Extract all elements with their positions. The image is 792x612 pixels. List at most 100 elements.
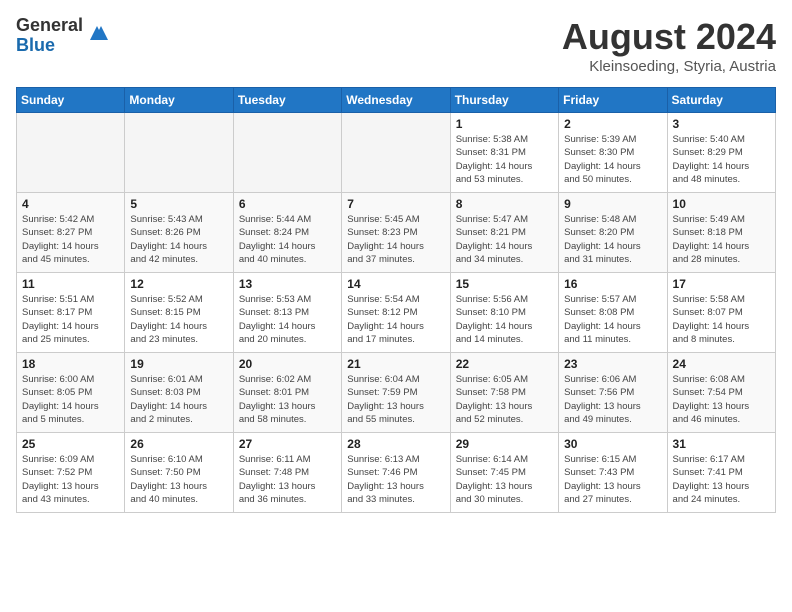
calendar-cell: 4 Sunrise: 5:42 AM Sunset: 8:27 PM Daylig… bbox=[17, 193, 125, 273]
calendar-week-5: 25Sunrise: 6:09 AM Sunset: 7:52 PM Dayli… bbox=[17, 433, 776, 513]
day-number: 5 bbox=[130, 197, 227, 211]
day-number: 9 bbox=[564, 197, 661, 211]
day-info: Sunrise: 5:49 AM Sunset: 8:18 PM Dayligh… bbox=[673, 213, 770, 266]
day-number: 28 bbox=[347, 437, 444, 451]
day-header-thursday: Thursday bbox=[450, 88, 558, 113]
day-info: Sunrise: 6:00 AM Sunset: 8:05 PM Dayligh… bbox=[22, 373, 119, 426]
calendar-cell: 3 Sunrise: 5:40 AM Sunset: 8:29 PM Daylig… bbox=[667, 113, 775, 193]
day-number: 4 bbox=[22, 197, 119, 211]
day-info: Sunrise: 5:45 AM Sunset: 8:23 PM Dayligh… bbox=[347, 213, 444, 266]
day-info: Sunrise: 5:58 AM Sunset: 8:07 PM Dayligh… bbox=[673, 293, 770, 346]
day-info: Sunrise: 6:08 AM Sunset: 7:54 PM Dayligh… bbox=[673, 373, 770, 426]
day-number: 10 bbox=[673, 197, 770, 211]
day-number: 2 bbox=[564, 117, 661, 131]
calendar-cell bbox=[17, 113, 125, 193]
logo-icon bbox=[86, 22, 108, 44]
day-number: 25 bbox=[22, 437, 119, 451]
day-number: 13 bbox=[239, 277, 336, 291]
day-info: Sunrise: 5:43 AM Sunset: 8:26 PM Dayligh… bbox=[130, 213, 227, 266]
day-info: Sunrise: 5:38 AM Sunset: 8:31 PM Dayligh… bbox=[456, 133, 553, 186]
calendar-cell: 25Sunrise: 6:09 AM Sunset: 7:52 PM Dayli… bbox=[17, 433, 125, 513]
calendar-cell: 6 Sunrise: 5:44 AM Sunset: 8:24 PM Daylig… bbox=[233, 193, 341, 273]
day-number: 30 bbox=[564, 437, 661, 451]
calendar-cell: 17Sunrise: 5:58 AM Sunset: 8:07 PM Dayli… bbox=[667, 273, 775, 353]
day-header-sunday: Sunday bbox=[17, 88, 125, 113]
calendar-cell: 7 Sunrise: 5:45 AM Sunset: 8:23 PM Daylig… bbox=[342, 193, 450, 273]
day-header-friday: Friday bbox=[559, 88, 667, 113]
day-number: 20 bbox=[239, 357, 336, 371]
day-info: Sunrise: 6:15 AM Sunset: 7:43 PM Dayligh… bbox=[564, 453, 661, 506]
day-info: Sunrise: 5:47 AM Sunset: 8:21 PM Dayligh… bbox=[456, 213, 553, 266]
day-number: 29 bbox=[456, 437, 553, 451]
day-info: Sunrise: 5:51 AM Sunset: 8:17 PM Dayligh… bbox=[22, 293, 119, 346]
day-number: 19 bbox=[130, 357, 227, 371]
day-info: Sunrise: 5:53 AM Sunset: 8:13 PM Dayligh… bbox=[239, 293, 336, 346]
day-info: Sunrise: 6:04 AM Sunset: 7:59 PM Dayligh… bbox=[347, 373, 444, 426]
calendar-cell: 26 Sunrise: 6:10 AM Sunset: 7:50 PM Dayli… bbox=[125, 433, 233, 513]
day-info: Sunrise: 5:56 AM Sunset: 8:10 PM Dayligh… bbox=[456, 293, 553, 346]
calendar-cell: 12Sunrise: 5:52 AM Sunset: 8:15 PM Dayli… bbox=[125, 273, 233, 353]
calendar-cell: 8 Sunrise: 5:47 AM Sunset: 8:21 PM Daylig… bbox=[450, 193, 558, 273]
day-number: 21 bbox=[347, 357, 444, 371]
calendar-cell bbox=[342, 113, 450, 193]
calendar-cell: 10 Sunrise: 5:49 AM Sunset: 8:18 PM Dayli… bbox=[667, 193, 775, 273]
day-number: 8 bbox=[456, 197, 553, 211]
day-number: 24 bbox=[673, 357, 770, 371]
day-number: 1 bbox=[456, 117, 553, 131]
day-info: Sunrise: 5:57 AM Sunset: 8:08 PM Dayligh… bbox=[564, 293, 661, 346]
title-block: August 2024 Kleinsoeding, Styria, Austri… bbox=[562, 16, 776, 75]
day-number: 11 bbox=[22, 277, 119, 291]
day-number: 18 bbox=[22, 357, 119, 371]
day-info: Sunrise: 6:05 AM Sunset: 7:58 PM Dayligh… bbox=[456, 373, 553, 426]
calendar-cell: 28 Sunrise: 6:13 AM Sunset: 7:46 PM Dayli… bbox=[342, 433, 450, 513]
day-header-saturday: Saturday bbox=[667, 88, 775, 113]
day-info: Sunrise: 5:40 AM Sunset: 8:29 PM Dayligh… bbox=[673, 133, 770, 186]
day-number: 27 bbox=[239, 437, 336, 451]
day-info: Sunrise: 6:11 AM Sunset: 7:48 PM Dayligh… bbox=[239, 453, 336, 506]
calendar-cell: 9 Sunrise: 5:48 AM Sunset: 8:20 PM Daylig… bbox=[559, 193, 667, 273]
day-number: 3 bbox=[673, 117, 770, 131]
day-info: Sunrise: 6:06 AM Sunset: 7:56 PM Dayligh… bbox=[564, 373, 661, 426]
calendar-cell: 23 Sunrise: 6:06 AM Sunset: 7:56 PM Dayli… bbox=[559, 353, 667, 433]
day-info: Sunrise: 6:14 AM Sunset: 7:45 PM Dayligh… bbox=[456, 453, 553, 506]
calendar-cell: 20Sunrise: 6:02 AM Sunset: 8:01 PM Dayli… bbox=[233, 353, 341, 433]
day-number: 26 bbox=[130, 437, 227, 451]
calendar-cell: 14 Sunrise: 5:54 AM Sunset: 8:12 PM Dayli… bbox=[342, 273, 450, 353]
day-number: 23 bbox=[564, 357, 661, 371]
page-header: General Blue August 2024 Kleinsoeding, S… bbox=[16, 16, 776, 75]
calendar-cell: 19Sunrise: 6:01 AM Sunset: 8:03 PM Dayli… bbox=[125, 353, 233, 433]
day-header-monday: Monday bbox=[125, 88, 233, 113]
calendar-week-1: 1 Sunrise: 5:38 AM Sunset: 8:31 PM Daylig… bbox=[17, 113, 776, 193]
calendar-cell bbox=[125, 113, 233, 193]
calendar-cell: 31Sunrise: 6:17 AM Sunset: 7:41 PM Dayli… bbox=[667, 433, 775, 513]
day-info: Sunrise: 5:42 AM Sunset: 8:27 PM Dayligh… bbox=[22, 213, 119, 266]
day-number: 16 bbox=[564, 277, 661, 291]
day-info: Sunrise: 6:17 AM Sunset: 7:41 PM Dayligh… bbox=[673, 453, 770, 506]
calendar-table: SundayMondayTuesdayWednesdayThursdayFrid… bbox=[16, 87, 776, 513]
calendar-week-3: 11 Sunrise: 5:51 AM Sunset: 8:17 PM Dayli… bbox=[17, 273, 776, 353]
calendar-cell: 27 Sunrise: 6:11 AM Sunset: 7:48 PM Dayli… bbox=[233, 433, 341, 513]
calendar-cell: 22 Sunrise: 6:05 AM Sunset: 7:58 PM Dayli… bbox=[450, 353, 558, 433]
calendar-cell: 18 Sunrise: 6:00 AM Sunset: 8:05 PM Dayli… bbox=[17, 353, 125, 433]
day-info: Sunrise: 5:54 AM Sunset: 8:12 PM Dayligh… bbox=[347, 293, 444, 346]
location: Kleinsoeding, Styria, Austria bbox=[562, 58, 776, 75]
calendar-week-4: 18 Sunrise: 6:00 AM Sunset: 8:05 PM Dayli… bbox=[17, 353, 776, 433]
day-info: Sunrise: 6:10 AM Sunset: 7:50 PM Dayligh… bbox=[130, 453, 227, 506]
calendar-cell: 1 Sunrise: 5:38 AM Sunset: 8:31 PM Daylig… bbox=[450, 113, 558, 193]
day-number: 22 bbox=[456, 357, 553, 371]
calendar-week-2: 4 Sunrise: 5:42 AM Sunset: 8:27 PM Daylig… bbox=[17, 193, 776, 273]
day-number: 7 bbox=[347, 197, 444, 211]
calendar-cell: 30 Sunrise: 6:15 AM Sunset: 7:43 PM Dayli… bbox=[559, 433, 667, 513]
calendar-cell: 15Sunrise: 5:56 AM Sunset: 8:10 PM Dayli… bbox=[450, 273, 558, 353]
month-title: August 2024 bbox=[562, 16, 776, 58]
day-info: Sunrise: 5:48 AM Sunset: 8:20 PM Dayligh… bbox=[564, 213, 661, 266]
day-info: Sunrise: 5:44 AM Sunset: 8:24 PM Dayligh… bbox=[239, 213, 336, 266]
logo-text: General Blue bbox=[16, 16, 83, 56]
calendar-cell: 21 Sunrise: 6:04 AM Sunset: 7:59 PM Dayli… bbox=[342, 353, 450, 433]
day-info: Sunrise: 6:13 AM Sunset: 7:46 PM Dayligh… bbox=[347, 453, 444, 506]
day-number: 14 bbox=[347, 277, 444, 291]
day-number: 6 bbox=[239, 197, 336, 211]
logo: General Blue bbox=[16, 16, 108, 56]
calendar-cell: 11 Sunrise: 5:51 AM Sunset: 8:17 PM Dayli… bbox=[17, 273, 125, 353]
day-header-wednesday: Wednesday bbox=[342, 88, 450, 113]
